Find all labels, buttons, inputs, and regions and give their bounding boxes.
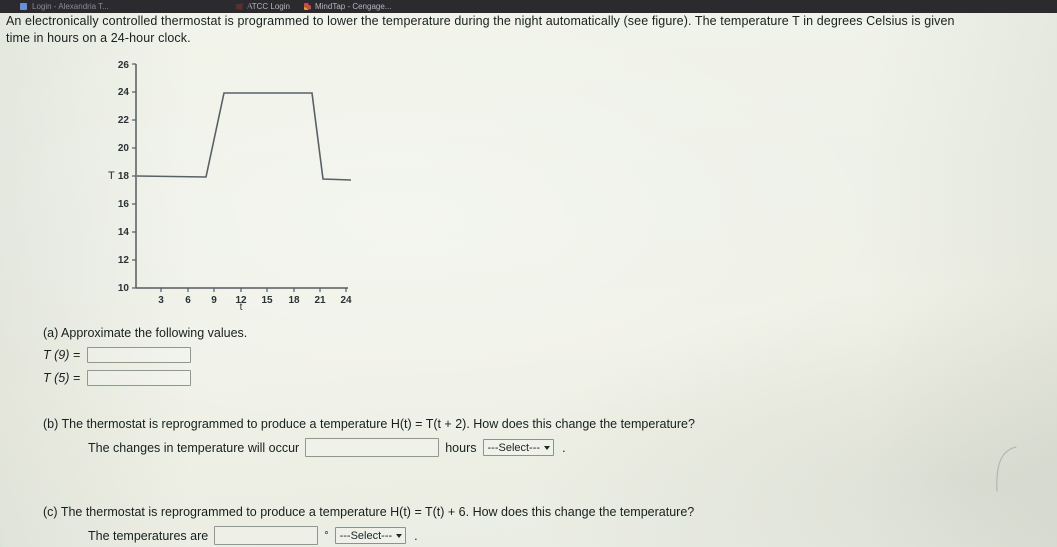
part-c-direction-select[interactable]: ---Select--- [334,527,407,544]
x-axis-tick-labels: 3 6 9 12 15 18 21 24 [158,295,352,306]
part-b-answer-prefix: The changes in temperature will occur [88,440,300,455]
svg-text:26: 26 [118,60,130,71]
t5-answer-input[interactable] [87,370,192,386]
part-b-direction-select[interactable]: ---Select--- [482,439,555,456]
temperature-curve [136,92,352,181]
svg-text:24: 24 [118,87,130,98]
svg-text:24: 24 [340,295,352,306]
svg-text:3: 3 [158,295,164,306]
temperature-graph-figure: 10 12 14 16 18 20 22 24 26 T 3 6 9 12 15… [96,58,364,310]
svg-text:9: 9 [211,295,217,306]
part-c-select-value: ---Select--- [339,529,393,542]
part-c-unit: ° [324,529,329,542]
part-b: (b) The thermostat is reprogrammed to pr… [43,417,1023,457]
svg-text:14: 14 [118,227,130,238]
part-b-answer-row: The changes in temperature will occur ho… [88,438,1023,457]
part-b-unit: hours [445,440,477,455]
part-b-trailing-period: . [562,440,566,455]
svg-text:21: 21 [314,295,326,306]
svg-text:18: 18 [288,295,300,306]
part-a-field-row-2: T (5) = [43,370,247,386]
worksheet-content: An electronically controlled thermostat … [0,0,1057,547]
part-a-field-2-label: T (5) = [43,371,81,385]
bookmark-label: Login - Alexandria T... [32,2,109,11]
svg-text:12: 12 [118,255,130,266]
x-axis-label: t [240,302,243,310]
problem-statement: An electronically controlled thermostat … [6,13,1057,47]
chevron-down-icon [396,533,403,538]
part-c-shift-input[interactable] [214,526,319,545]
bookmark-login-alexandria[interactable]: Login - Alexandria T... [0,0,250,13]
svg-text:16: 16 [118,199,130,210]
bookmark-label: ATCC Login [247,2,290,11]
t9-answer-input[interactable] [87,347,192,363]
part-c-trailing-period: . [414,528,418,543]
svg-text:6: 6 [185,295,191,306]
part-c: (c) The thermostat is reprogrammed to pr… [43,505,1023,545]
svg-text:20: 20 [118,143,130,154]
part-b-label: (b) The thermostat is reprogrammed to pr… [43,417,695,431]
y-axis-label: T [108,170,115,182]
svg-text:22: 22 [118,115,130,126]
bookmark-mindtap-cengage[interactable]: MindTap - Cengage... [303,2,392,11]
problem-statement-line-2: time in hours on a 24-hour clock. [6,31,191,45]
part-b-shift-input[interactable] [305,438,440,457]
part-c-label: (c) The thermostat is reprogrammed to pr… [43,505,695,519]
part-a-field-1-label: T (9) = [43,348,81,362]
part-a-field-row-1: T (9) = [43,347,247,363]
multicolor-dots-icon [303,3,311,10]
part-b-select-value: ---Select--- [487,441,541,454]
problem-statement-line-1: An electronically controlled thermostat … [6,14,955,28]
svg-text:18: 18 [118,171,130,182]
part-c-answer-row: The temperatures are ° ---Select--- . [88,526,1023,545]
temperature-graph-svg: 10 12 14 16 18 20 22 24 26 T 3 6 9 12 15… [108,60,352,310]
bookmark-label: MindTap - Cengage... [314,2,392,11]
part-a: (a) Approximate the following values. T … [43,326,247,386]
part-c-answer-prefix: The temperatures are [88,528,209,543]
chevron-down-icon [544,445,551,450]
y-axis-tick-labels: 10 12 14 16 18 20 22 24 26 [118,60,130,294]
part-a-label: (a) Approximate the following values. [43,326,248,340]
blue-square-icon [20,3,27,10]
svg-text:10: 10 [118,283,130,294]
svg-text:15: 15 [261,295,273,306]
